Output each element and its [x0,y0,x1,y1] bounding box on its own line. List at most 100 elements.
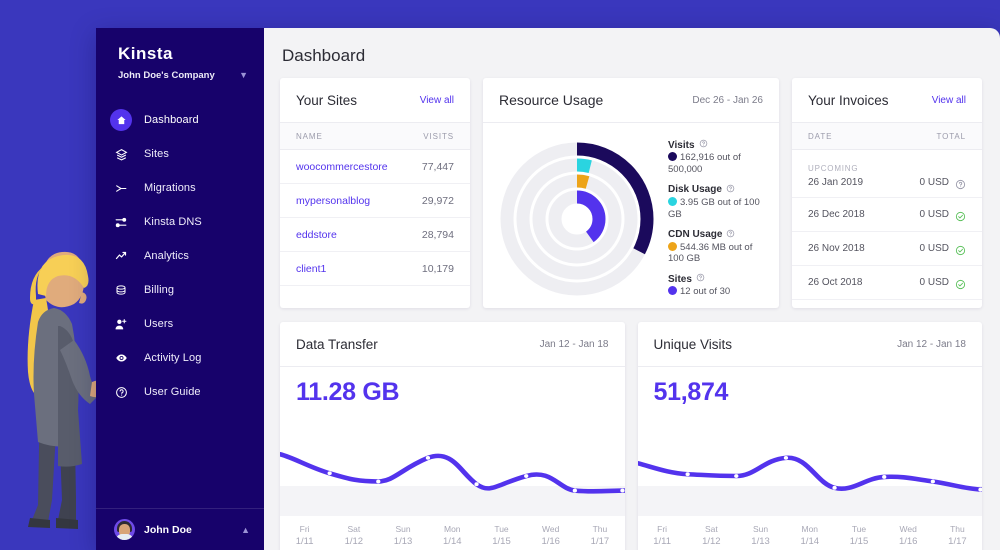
sidebar-item-label: Dashboard [144,114,199,126]
column-header-date: DATE [808,131,833,141]
top-card-row: Your Sites View all NAME VISITS woocomme… [280,78,982,308]
invoice-total: 0 USD [919,277,949,288]
help-icon[interactable] [699,139,708,151]
migrations-icon [110,177,132,199]
legend-title: Visits [668,139,695,151]
legend-value: 12 out of 30 [668,286,765,298]
x-tick: Thu 1/17 [948,523,967,547]
card-title: Your Sites [296,92,358,108]
table-row[interactable]: woocommercestore 77,447 [280,150,470,184]
sidebar-item-dashboard[interactable]: Dashboard [96,103,264,137]
data-points [327,455,625,493]
x-tick: Wed 1/16 [883,516,933,550]
logo-text: Kinsta [118,44,173,63]
sidebar-item-label: Users [144,318,174,330]
help-icon[interactable] [696,273,705,285]
usage-body: Visits 162,916 out of 500,000 Disk Usage [483,123,779,308]
x-tick: Mon 1/14 [785,516,835,550]
site-name[interactable]: eddstore [296,229,422,241]
legend-color-dot [668,196,677,206]
sidebar-item-label: Billing [144,284,175,296]
company-selector[interactable]: John Doe's Company ▼ [96,64,264,81]
table-row[interactable]: 26 Nov 2018 0 USD [792,232,982,266]
users-icon [110,313,132,335]
site-visits: 29,972 [421,194,454,207]
x-tick: Sun 1/13 [751,523,770,547]
invoice-total: 0 USD [919,209,949,220]
legend-item-sites: Sites 12 out of 30 [668,273,765,298]
user-menu[interactable]: John Doe ▲ [96,508,264,550]
card-header: Your Sites View all [280,78,470,123]
home-icon [110,109,132,131]
invoice-date: 26 Jan 2019 [808,177,864,188]
help-icon[interactable] [726,184,735,196]
card-header: Data Transfer Jan 12 - Jan 18 [280,322,625,367]
column-header-visits: VISITS [423,131,454,141]
x-tick: Tue 1/15 [849,523,869,547]
legend-label: CDN Usage [668,229,765,241]
billing-icon [110,279,132,301]
data-transfer-card: Data Transfer Jan 12 - Jan 18 11.28 GB F… [280,322,625,550]
table-row[interactable]: 26 Dec 2018 0 USD [792,198,982,232]
question-circle-icon [955,177,966,190]
app-panel: Kinsta John Doe's Company ▼ Dashboard Si… [96,28,1000,550]
card-title: Resource Usage [499,92,604,108]
sidebar-item-user-guide[interactable]: User Guide [96,375,264,409]
legend-title: Sites [668,273,692,285]
sidebar: Kinsta John Doe's Company ▼ Dashboard Si… [96,28,264,550]
data-transfer-metric: 11.28 GB [296,378,400,406]
x-tick: Fri 1/11 [295,523,314,547]
site-name[interactable]: woocommercestore [296,161,422,173]
legend-value: 3.95 GB out of 100 GB [668,196,760,220]
x-tick: Sat 1/12 [329,516,379,550]
sidebar-item-activity-log[interactable]: Activity Log [96,341,264,375]
invoice-date: 26 Dec 2018 [808,209,865,220]
brand-logo[interactable]: Kinsta [96,28,264,64]
card-title: Unique Visits [653,336,733,352]
column-header-name: NAME [296,131,323,141]
site-visits: 10,179 [421,262,454,275]
card-header: Unique Visits Jan 12 - Jan 18 [637,322,982,367]
legend-label: Disk Usage [668,184,765,196]
site-name[interactable]: mypersonalblog [296,195,422,207]
sidebar-item-kinsta-dns[interactable]: Kinsta DNS [96,205,264,239]
usage-legend: Visits 162,916 out of 500,000 Disk Usage [664,129,765,308]
legend-item-disk-usage: Disk Usage 3.95 GB out of 100 GB [668,184,765,221]
avatar [114,519,135,540]
legend-item-cdn-usage: CDN Usage 544.36 MB out of 100 GB [668,229,765,266]
sites-icon [110,143,132,165]
your-sites-card: Your Sites View all NAME VISITS woocomme… [280,78,470,308]
x-tick: Tue 1/15 [492,523,511,547]
table-row[interactable]: client1 10,179 [280,252,470,286]
user-name: John Doe [144,523,192,536]
table-row[interactable]: eddstore 28,794 [280,218,470,252]
card-header: Your Invoices View all [792,78,982,123]
legend-title: Disk Usage [668,184,722,196]
site-name[interactable]: client1 [296,263,422,275]
line-chart-svg [637,455,982,492]
sidebar-item-billing[interactable]: Billing [96,273,264,307]
legend-label: Sites [668,273,765,285]
help-icon[interactable] [726,229,735,241]
sidebar-item-users[interactable]: Users [96,307,264,341]
table-row[interactable]: mypersonalblog 29,972 [280,184,470,218]
card-header: Resource Usage Dec 26 - Jan 26 [483,78,779,123]
x-tick: Sat 1/12 [686,516,736,550]
invoice-date: 26 Oct 2018 [808,277,863,288]
sidebar-item-migrations[interactable]: Migrations [96,171,264,205]
sidebar-item-label: Sites [144,148,169,160]
invoices-view-all-link[interactable]: View all [932,95,966,106]
date-range: Dec 26 - Jan 26 [692,94,763,106]
site-visits: 77,447 [421,160,454,173]
sites-view-all-link[interactable]: View all [420,95,454,106]
table-row[interactable]: UPCOMING 26 Jan 2019 0 USD [792,150,982,198]
table-row[interactable]: 26 Oct 2018 0 USD [792,266,982,300]
legend-color-dot [668,286,677,296]
page-title: Dashboard [282,46,366,65]
unique-visits-card: Unique Visits Jan 12 - Jan 18 51,874 Fri… [637,322,982,550]
unique-visits-metric: 51,874 [653,378,729,406]
sidebar-item-sites[interactable]: Sites [96,137,264,171]
sidebar-item-analytics[interactable]: Analytics [96,239,264,273]
invoice-date: 26 Nov 2018 [808,243,865,254]
sidebar-item-label: Migrations [144,182,196,194]
